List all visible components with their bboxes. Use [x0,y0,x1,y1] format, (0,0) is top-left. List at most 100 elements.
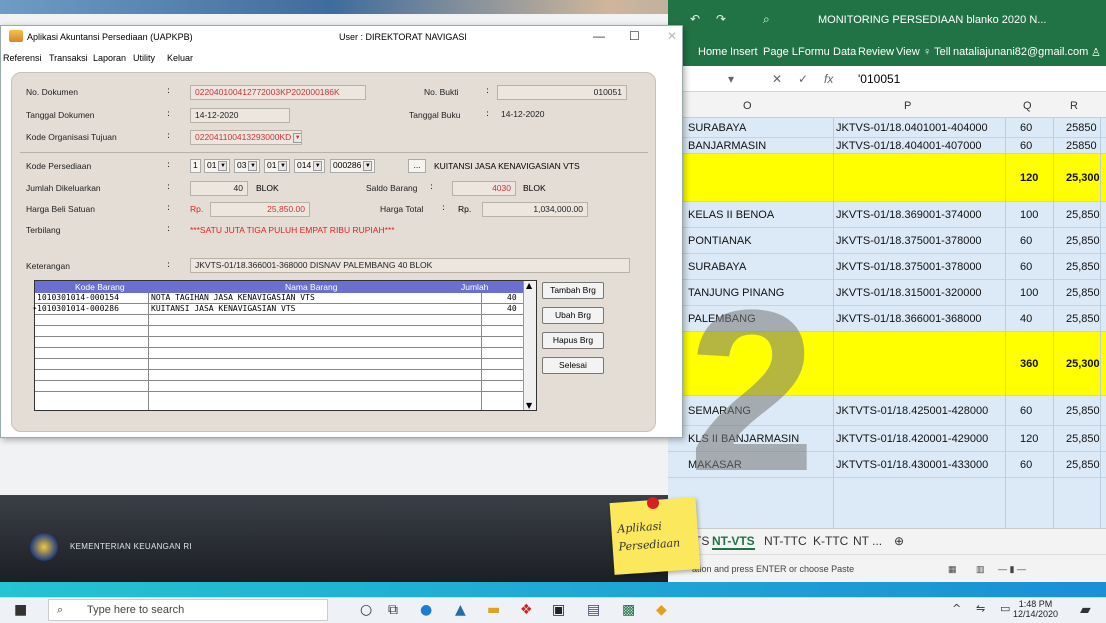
scroll-down-icon[interactable]: ▼ [526,401,532,410]
cell-r[interactable]: 25850 [1066,140,1097,152]
windows-start-icon[interactable]: ■ [14,602,27,618]
harga-beli-field[interactable]: 25,850.00 [210,202,310,217]
cell-r[interactable]: 25,850 [1066,261,1100,273]
ribbon-tab-formulas[interactable]: Formu [798,46,830,58]
cell-r[interactable]: 25,300 [1066,172,1100,184]
cell-q[interactable]: 100 [1020,209,1038,221]
chevron-down-icon[interactable]: ▼ [363,160,373,171]
cell-q[interactable]: 60 [1020,122,1032,134]
keterangan-field[interactable]: JKVTS-01/18.366001-368000 DISNAV PALEMBA… [190,258,630,273]
persediaan-icon[interactable]: ◆ [656,602,667,618]
cortana-icon[interactable]: ○ [360,602,372,618]
sheet-tab[interactable]: K-TTC [813,534,848,548]
kode-part-2[interactable]: 01 ▼ [204,159,231,173]
grid-row[interactable]: 1010301014-000154 NOTA TAGIHAN JASA KENA… [35,293,523,304]
chevron-down-icon[interactable]: ▼ [313,160,323,171]
ribbon-tab-page-layout[interactable]: Page L [763,46,798,58]
menu-keluar[interactable]: Keluar [167,53,193,63]
kode-organisasi-combo[interactable]: 022041100413293000KD ▼ [190,130,302,145]
keyboard-icon[interactable]: ▭ [1000,602,1010,615]
chevron-down-icon[interactable]: ▼ [278,160,288,171]
sheet-tab[interactable]: NT-TTC [764,534,807,548]
cell-p[interactable]: JKVTS-01/18.369001-374000 [836,209,982,221]
browse-button[interactable]: ... [408,159,426,173]
grid-row[interactable] [35,315,523,326]
ribbon-tab-review[interactable]: Review [858,46,894,58]
ribbon-tab-view[interactable]: View [896,46,920,58]
ribbon-tab-home[interactable]: Home [698,46,727,58]
cell-r[interactable]: 25,850 [1066,287,1100,299]
menu-referensi[interactable]: Referensi [3,53,42,63]
namebox-dropdown-icon[interactable]: ▾ [728,72,734,86]
grid-row[interactable] [35,370,523,381]
cell-q[interactable]: 120 [1020,172,1038,184]
col-header-r[interactable]: R [1070,100,1078,112]
col-kode-barang[interactable]: Kode Barang [75,282,125,292]
taskbar-search[interactable]: ⌕ Type here to search [48,599,328,621]
no-bukti-field[interactable]: 010051 [497,85,627,100]
cell-o[interactable]: BANJARMASIN [688,140,766,152]
task-view-icon[interactable]: ⧉ [388,602,398,618]
fx-icon[interactable]: fx [824,72,833,86]
maximize-icon[interactable]: ☐ [629,29,640,43]
chevron-down-icon[interactable]: ▼ [218,160,228,171]
network-icon[interactable]: ⇋ [976,602,985,615]
cell-r[interactable]: 25,850 [1066,405,1100,417]
cell-o[interactable]: SURABAYA [688,122,746,134]
sheet-tab-active[interactable]: NT-VTS [712,534,755,550]
redo-icon[interactable]: ↷ [716,12,726,26]
tell-me-box[interactable]: ♀ Tell [923,46,951,58]
mail-icon[interactable]: ▲ [455,602,466,618]
formula-input[interactable]: '010051 [858,72,900,86]
no-dokumen-field[interactable]: 022040100412772003KP202000186K [190,85,366,100]
cell-r[interactable]: 25850 [1066,122,1097,134]
grid-row[interactable] [35,381,523,392]
cell-r[interactable]: 25,850 [1066,459,1100,471]
grid-row[interactable] [35,326,523,337]
ribbon-tab-insert[interactable]: Insert [730,46,758,58]
cell-p[interactable]: JKTVTS-01/18.430001-433000 [836,459,988,471]
hapus-brg-button[interactable]: Hapus Brg [542,332,604,349]
add-sheet-icon[interactable]: ⊕ [894,534,904,548]
cell-p[interactable]: JKVTS-01/18.375001-378000 [836,235,982,247]
grid-row[interactable] [35,337,523,348]
scroll-up-icon[interactable]: ▲ [526,281,532,290]
cell-q[interactable]: 60 [1020,235,1032,247]
cell-p[interactable]: JKTVTS-01/18.425001-428000 [836,405,988,417]
kode-part-6[interactable]: 000286 ▼ [330,159,376,173]
taskbar-clock[interactable]: 1:48 PM 12/14/2020 [1013,599,1058,619]
cell-p[interactable]: JKTVS-01/18.404001-407000 [836,140,982,152]
sheet-row[interactable]: PONTIANAK JKVTS-01/18.375001-378000 60 25,8… [668,228,1106,254]
gift-icon[interactable]: ❖ [520,602,533,618]
cell-q[interactable]: 60 [1020,405,1032,417]
close-icon[interactable]: ✕ [667,29,677,43]
cell-r[interactable]: 25,850 [1066,209,1100,221]
col-header-p[interactable]: P [904,100,911,112]
account-email[interactable]: nataliajunani82@gmail.com [953,46,1088,58]
edge-icon[interactable]: ● [420,602,432,618]
chevron-down-icon[interactable]: ▼ [293,132,301,143]
col-header-q[interactable]: Q [1023,100,1032,112]
kode-part-3[interactable]: 03 ▼ [234,159,261,173]
col-nama-barang[interactable]: Nama Barang [285,282,337,292]
cell-r[interactable]: 25,850 [1066,433,1100,445]
kode-part-4[interactable]: 01 ▼ [264,159,291,173]
menu-transaksi[interactable]: Transaksi [49,53,88,63]
grid-row[interactable] [35,359,523,370]
touch-mode-icon[interactable]: ⌕ [763,12,770,27]
cell-q[interactable]: 120 [1020,433,1038,445]
tanggal-buku-field[interactable]: 14-12-2020 [497,108,567,123]
cell-p[interactable]: JKVTS-01/18.375001-378000 [836,261,982,273]
cell-r[interactable]: 25,850 [1066,313,1100,325]
share-icon[interactable]: ♙ [1091,46,1101,59]
grid-row[interactable] [35,348,523,359]
sheet-row[interactable]: SURABAYA JKTVS-01/18.0401001-404000 60 2585… [668,118,1106,138]
normal-view-icon[interactable]: ▦ [948,564,957,575]
cell-q[interactable]: 40 [1020,313,1032,325]
kode-part-5[interactable]: 014 ▼ [294,159,326,173]
ribbon-tab-data[interactable]: Data [833,46,856,58]
file-explorer-icon[interactable]: ▬ [487,602,500,618]
cell-o[interactable]: KELAS II BENOA [688,209,774,221]
cell-r[interactable]: 25,300 [1066,358,1100,370]
ubah-brg-button[interactable]: Ubah Brg [542,307,604,324]
